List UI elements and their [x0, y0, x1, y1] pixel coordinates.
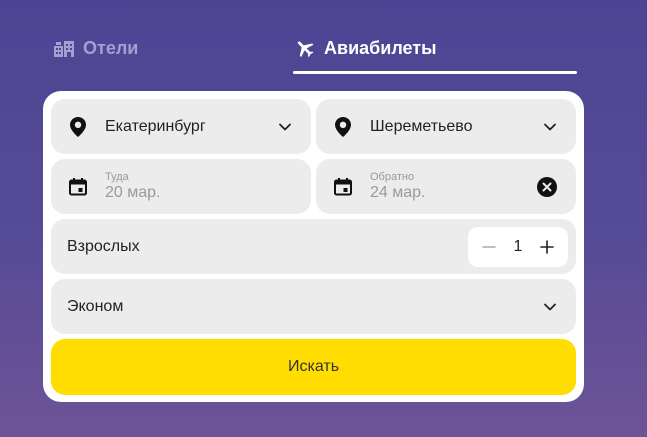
- location-pin-icon: [332, 116, 354, 138]
- adults-stepper: 1: [468, 226, 568, 267]
- hotel-icon: [53, 38, 75, 58]
- return-date-field[interactable]: Обратно 24 мар.: [316, 159, 576, 214]
- return-value: 24 мар.: [370, 184, 426, 201]
- departure-label: Туда: [105, 171, 129, 183]
- to-field[interactable]: Шереметьево: [316, 99, 576, 154]
- minus-icon[interactable]: [480, 238, 498, 256]
- tab-hotels-label: Отели: [83, 37, 139, 58]
- active-tab-indicator: [293, 71, 577, 74]
- to-value: Шереметьево: [370, 117, 473, 135]
- location-pin-icon: [67, 116, 89, 138]
- calendar-icon: [67, 177, 89, 197]
- chevron-down-icon[interactable]: [277, 123, 293, 131]
- plus-icon[interactable]: [538, 238, 556, 256]
- return-date: Обратно 24 мар.: [370, 172, 536, 201]
- tab-hotels[interactable]: Отели: [53, 34, 138, 62]
- adults-count: 1: [513, 237, 523, 255]
- clear-icon[interactable]: [536, 176, 558, 197]
- calendar-icon: [332, 177, 354, 197]
- cabin-class-select[interactable]: Эконом: [51, 279, 576, 334]
- tab-flights[interactable]: Авиабилеты: [294, 34, 436, 62]
- tab-flights-label: Авиабилеты: [324, 37, 437, 58]
- departure-date-field[interactable]: Туда 20 мар.: [51, 159, 311, 214]
- chevron-down-icon[interactable]: [542, 303, 558, 311]
- product-tabs: Отели Авиабилеты: [0, 0, 647, 75]
- chevron-down-icon[interactable]: [542, 123, 558, 131]
- cabin-class-value: Эконом: [67, 297, 124, 315]
- adults-field: Взрослых 1: [51, 219, 576, 274]
- from-field[interactable]: Екатеринбург: [51, 99, 311, 154]
- from-value: Екатеринбург: [105, 117, 206, 135]
- departure-value: 20 мар.: [105, 184, 161, 201]
- return-label: Обратно: [370, 171, 415, 183]
- airplane-icon: [294, 37, 316, 59]
- adults-label: Взрослых: [67, 237, 140, 255]
- search-form: Екатеринбург Шереметьево Туда 20 мар. Об…: [43, 91, 584, 402]
- search-button[interactable]: Искать: [51, 339, 576, 395]
- departure-date: Туда 20 мар.: [105, 172, 293, 201]
